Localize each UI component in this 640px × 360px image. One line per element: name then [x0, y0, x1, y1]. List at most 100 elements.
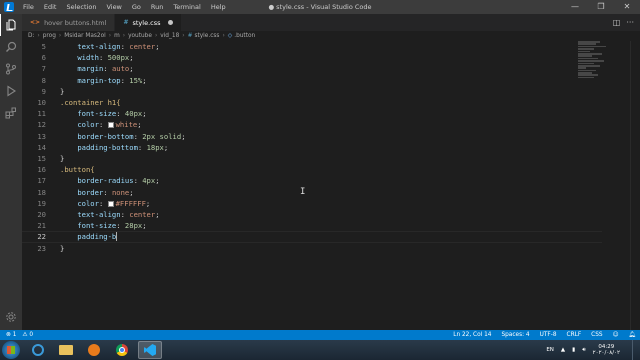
- code-editor[interactable]: 5 text-align: center; 6 width: 500px; 7 ma…: [22, 41, 602, 330]
- code-line[interactable]: 20 text-align: center;: [22, 209, 602, 220]
- code-line[interactable]: 6 width: 500px;: [22, 52, 602, 63]
- indentation[interactable]: Spaces: 4: [501, 332, 529, 338]
- taskbar-app[interactable]: [110, 341, 134, 359]
- breadcrumb-item[interactable]: .button: [234, 33, 255, 39]
- code-line[interactable]: 11 font-size: 40px;: [22, 108, 602, 119]
- breadcrumb-item[interactable]: vid_18: [160, 33, 179, 39]
- menu-help[interactable]: Help: [206, 0, 231, 14]
- menu-view[interactable]: View: [101, 0, 126, 14]
- search-icon[interactable]: [0, 36, 22, 58]
- css-property: font-size: [77, 221, 117, 231]
- code-text: border-bottom: 2px solid;: [77, 131, 186, 141]
- tray-arrow-icon[interactable]: ▲: [561, 347, 565, 353]
- taskbar-app[interactable]: [138, 341, 162, 359]
- language-indicator[interactable]: EN: [546, 347, 554, 353]
- breadcrumb-item[interactable]: style.css: [194, 33, 219, 39]
- minimize-button[interactable]: —: [562, 0, 588, 14]
- css-property: margin-top: [77, 75, 121, 85]
- tab-hover-buttons-html[interactable]: <> hover buttons.html: [22, 14, 116, 31]
- code-line[interactable]: 15}: [22, 153, 602, 164]
- breadcrumb-item[interactable]: prog: [43, 33, 56, 39]
- menu-edit[interactable]: Edit: [39, 0, 62, 14]
- css-value: 28px: [124, 221, 143, 231]
- vertical-scrollbar[interactable]: [630, 41, 640, 330]
- source-control-icon[interactable]: [0, 58, 22, 80]
- warnings-count[interactable]: ⚠ 0: [22, 332, 33, 338]
- network-icon[interactable]: ▮: [572, 347, 575, 353]
- taskbar-app[interactable]: [26, 341, 50, 359]
- errors-count[interactable]: ⊗ 1: [6, 332, 16, 338]
- feedback-icon[interactable]: ☺: [613, 332, 619, 338]
- code-line[interactable]: 5 text-align: center;: [22, 41, 602, 52]
- code-line[interactable]: 7 margin: auto;: [22, 63, 602, 74]
- breadcrumb-item[interactable]: youtube: [128, 33, 152, 39]
- code-line[interactable]: 14 padding-bottom: 18px;: [22, 142, 602, 153]
- color-swatch[interactable]: [107, 200, 114, 207]
- volume-icon[interactable]: 🔊︎: [582, 347, 585, 354]
- clock-date: ٢٠٢٠/٠٨/٠٢: [592, 350, 620, 356]
- code-line[interactable]: 12 color: white;: [22, 119, 602, 130]
- taskbar-app[interactable]: [54, 341, 78, 359]
- code-line[interactable]: 22 padding-b: [22, 231, 602, 243]
- run-debug-icon[interactable]: [0, 80, 22, 102]
- line-number: 7: [41, 64, 46, 74]
- taskbar-app[interactable]: [82, 341, 106, 359]
- css-property: border: [77, 187, 104, 197]
- clock[interactable]: 04:29 ٢٠٢٠/٠٨/٠٢: [593, 344, 620, 357]
- css-value: 15%: [129, 75, 143, 85]
- breadcrumb-item[interactable]: D:: [28, 33, 34, 39]
- code-line[interactable]: 19 color: #FFFFFF;: [22, 198, 602, 209]
- code-line[interactable]: 16 .button{: [22, 164, 602, 175]
- notifications-icon[interactable]: 🔔︎: [629, 332, 636, 338]
- menu-go[interactable]: Go: [127, 0, 146, 14]
- minimap[interactable]: [578, 41, 618, 81]
- minimap-line: [578, 52, 602, 55]
- line-number: 12: [37, 120, 46, 130]
- line-ending[interactable]: CRLF: [567, 332, 582, 338]
- extensions-icon[interactable]: [0, 102, 22, 124]
- menu-terminal[interactable]: Terminal: [168, 0, 205, 14]
- tab-style-css[interactable]: # style.css: [115, 14, 183, 31]
- css-property: margin: [77, 64, 104, 74]
- code-text: border-radius: 4px;: [77, 176, 160, 186]
- minimap-line: [578, 76, 594, 79]
- code-line[interactable]: 13 border-bottom: 2px solid;: [22, 131, 602, 142]
- code-line[interactable]: 10 .container h1{: [22, 97, 602, 108]
- code-text: .container h1{: [60, 98, 121, 107]
- color-swatch[interactable]: [107, 122, 114, 129]
- menu-run[interactable]: Run: [146, 0, 168, 14]
- css-property: color: [77, 198, 99, 208]
- breadcrumb-item[interactable]: Msidar Mas2ol: [64, 33, 106, 39]
- code-line[interactable]: 23}: [22, 243, 602, 254]
- code-line[interactable]: 9}: [22, 86, 602, 97]
- code-line[interactable]: 8 margin-top: 15%;: [22, 75, 602, 86]
- encoding[interactable]: UTF-8: [540, 332, 557, 338]
- split-editor-icon[interactable]: ◫: [613, 18, 621, 27]
- more-actions-icon[interactable]: ···: [626, 18, 634, 27]
- code-line[interactable]: 17 border-radius: 4px;: [22, 175, 602, 186]
- code-text: padding-bottom: 18px;: [77, 142, 169, 152]
- menu-bar: File Edit Selection View Go Run Terminal…: [18, 0, 231, 14]
- line-number: 11: [37, 109, 46, 119]
- code-text: }: [60, 154, 64, 163]
- gear-icon[interactable]: [0, 306, 22, 328]
- line-number: 9: [41, 86, 46, 96]
- breadcrumb-item[interactable]: m: [114, 33, 120, 39]
- menu-file[interactable]: File: [18, 0, 39, 14]
- unsaved-dot-icon[interactable]: [168, 20, 174, 25]
- code-text: border: none;: [77, 187, 134, 197]
- mouse-ibeam-icon: I: [300, 187, 306, 197]
- code-line[interactable]: 21 font-size: 28px;: [22, 220, 602, 231]
- media-player-icon: [88, 344, 100, 356]
- files-icon[interactable]: [0, 14, 22, 36]
- menu-selection[interactable]: Selection: [61, 0, 101, 14]
- minimap-line: [578, 45, 606, 48]
- show-desktop-button[interactable]: [632, 340, 640, 360]
- code-line[interactable]: 18 border: none;: [22, 187, 602, 198]
- cursor-position[interactable]: Ln 22, Col 14: [453, 332, 491, 338]
- code-token: }: [60, 243, 65, 253]
- start-button[interactable]: [2, 341, 20, 359]
- language-mode[interactable]: CSS: [591, 332, 602, 338]
- maximize-button[interactable]: ❐: [588, 0, 614, 14]
- close-button[interactable]: ✕: [614, 0, 640, 14]
